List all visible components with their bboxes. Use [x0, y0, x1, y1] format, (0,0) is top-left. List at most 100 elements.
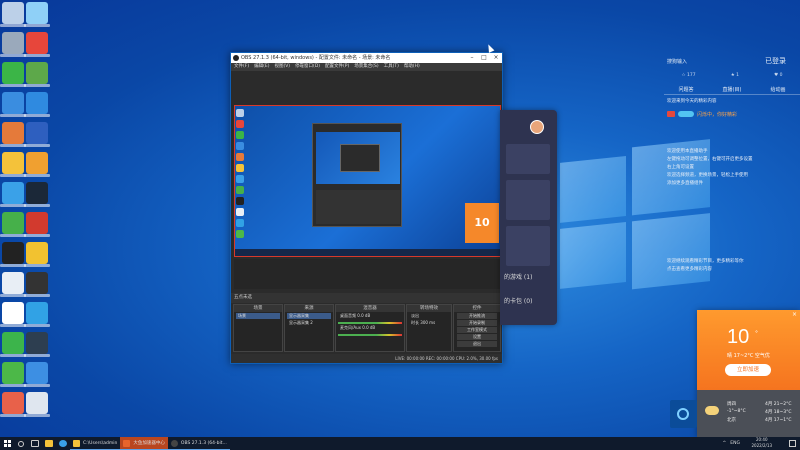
taskbar-app[interactable]: 大鱼加速器中心	[120, 437, 168, 450]
source-item[interactable]: 显示器采集	[287, 313, 331, 319]
chrome-icon[interactable]	[24, 32, 50, 57]
close-icon[interactable]: ×	[792, 311, 797, 318]
obs-menu-item[interactable]: 场景集合(S)	[354, 63, 378, 71]
file-explorer-icon[interactable]	[42, 437, 56, 450]
shield-blue-icon[interactable]	[0, 92, 26, 117]
weather-widget[interactable]: × 10 ° 晴 17~2°C 空气优 立即加速 周四 -1°~8°C 北京 4…	[697, 310, 800, 437]
assistant-bubble-icon[interactable]	[670, 400, 697, 428]
k-app-icon[interactable]	[24, 92, 50, 117]
puzzle-app-icon[interactable]	[0, 212, 26, 237]
transition-duration[interactable]: 时长 300 ms	[409, 320, 449, 326]
panel-tabs: 问题答 直播(目) 给动画	[664, 86, 800, 95]
my-cards-link[interactable]: 的卡包 (0)	[504, 296, 532, 305]
maximize-icon[interactable]: □	[478, 53, 490, 63]
panel-tab[interactable]: 直播(目)	[723, 86, 742, 93]
obs-title-bar[interactable]: OBS 27.1.3 (64-bit, windows) - 配置文件: 未命名…	[231, 53, 502, 63]
forecast-range: -1°~8°C	[727, 409, 746, 414]
scene-item[interactable]: 场景	[236, 313, 280, 319]
qq-icon[interactable]	[0, 242, 26, 267]
obs-menu-item[interactable]: 停靠窗口(D)	[295, 63, 320, 71]
panel-tab[interactable]: 问题答	[679, 86, 694, 93]
start-button[interactable]	[0, 437, 14, 450]
user-app-icon[interactable]	[24, 62, 50, 87]
store-icon[interactable]	[24, 362, 50, 387]
colorful-app-icon[interactable]	[0, 392, 26, 417]
edge-icon[interactable]	[56, 437, 70, 450]
tools-icon[interactable]	[0, 122, 26, 147]
sources-dock-title: 来源	[285, 305, 333, 312]
transition-select[interactable]: 淡出	[409, 313, 449, 319]
accelerate-button[interactable]: 立即加速	[725, 364, 771, 376]
obs-menu-item[interactable]: 帮助(H)	[404, 63, 420, 71]
sources-dock[interactable]: 来源 显示器采集 显示器采集 2	[284, 304, 334, 352]
login-status[interactable]: 已登录	[765, 56, 786, 66]
360-icon[interactable]	[0, 332, 26, 357]
taskbar-app[interactable]: C:\Users\admin	[70, 437, 121, 450]
exit-button[interactable]: 退出	[457, 341, 497, 347]
system-tray[interactable]: ^ ENG	[723, 437, 740, 450]
panel-intro: 欢迎来到今天的精彩内容	[667, 99, 717, 104]
clock[interactable]: 20:40 2022/2/13	[751, 437, 772, 450]
controls-dock[interactable]: 控件 开始推流 开始录制 工作室模式 设置 退出	[453, 304, 501, 352]
mixer-channel-label: 麦克风/Aux 0.0 dB	[340, 325, 376, 330]
start-recording-button[interactable]: 开始录制	[457, 320, 497, 326]
game-icon[interactable]	[24, 152, 50, 177]
temperature-unit: °	[755, 330, 758, 337]
document-icon[interactable]	[0, 272, 26, 297]
dark-side-app[interactable]: 的游戏 (1) 的卡包 (0)	[500, 110, 557, 325]
obs-app-icon	[233, 55, 239, 61]
minimize-icon[interactable]: –	[466, 53, 478, 63]
input-language[interactable]: ENG	[730, 441, 740, 446]
obs-window[interactable]: OBS 27.1.3 (64-bit, windows) - 配置文件: 未命名…	[230, 52, 503, 364]
forecast-row: 4月 17~1°C	[765, 418, 792, 423]
steam-icon[interactable]	[24, 182, 50, 207]
panel-paragraph: 欢迎使用本直播助手 左键拖动可调整位置，右键可开启更多设置 右上角可设置 欢迎选…	[667, 149, 753, 186]
recycle-bin-icon[interactable]	[0, 32, 26, 57]
folder-yellow-icon[interactable]	[0, 152, 26, 177]
notepad-icon[interactable]	[24, 392, 50, 417]
phone-app-icon[interactable]	[0, 302, 26, 327]
avatar[interactable]	[530, 120, 544, 134]
tray-chevron-icon[interactable]: ^	[723, 441, 727, 446]
scenes-dock[interactable]: 场景 场景	[233, 304, 283, 352]
obs-menu-item[interactable]: 文件(F)	[234, 63, 249, 71]
monitor-icon[interactable]	[24, 122, 50, 147]
network-icon[interactable]	[24, 2, 50, 27]
stat-item: ★ 1	[730, 73, 740, 78]
settings-button[interactable]: 设置	[457, 334, 497, 340]
chat-app-icon[interactable]	[0, 182, 26, 207]
taskbar-app[interactable]: OBS 27.1.3 (64-bit...	[167, 437, 230, 450]
studio-mode-button[interactable]: 工作室模式	[457, 327, 497, 333]
obs-docks-title: 五点未选	[231, 293, 502, 303]
obs-menu-item[interactable]: 编辑(E)	[254, 63, 269, 71]
task-view-icon[interactable]	[28, 437, 42, 450]
browser-icon[interactable]	[24, 302, 50, 327]
obs-preview-canvas[interactable]: 10	[234, 105, 501, 257]
obs-menu-item[interactable]: 视图(V)	[274, 63, 290, 71]
panel-stats: ☆ 177 ★ 1 ♥ 0	[664, 73, 800, 78]
netease-music-icon[interactable]	[24, 212, 50, 237]
panel-tab[interactable]: 给动画	[770, 86, 785, 93]
transitions-dock[interactable]: 转场特效 淡出 时长 300 ms	[406, 304, 452, 352]
audio-mixer-dock[interactable]: 混音器 桌面音频 0.0 dB 麦克风/Aux 0.0 dB	[335, 304, 405, 352]
start-streaming-button[interactable]: 开始推流	[457, 313, 497, 319]
progress-label: 闪烁中，你好精彩	[697, 111, 738, 118]
obs-menu-bar: 文件(F) 编辑(E) 视图(V) 停靠窗口(D) 配置文件(P) 场景集合(S) 工具(T…	[231, 63, 502, 71]
this-pc-icon[interactable]	[0, 2, 26, 27]
search-icon[interactable]	[14, 437, 28, 450]
notification-icon[interactable]	[789, 440, 796, 447]
obs-icon[interactable]	[24, 272, 50, 297]
obs-window-title: OBS 27.1.3 (64-bit, windows) - 配置文件: 未命名…	[241, 55, 391, 61]
settings-app-icon[interactable]	[24, 332, 50, 357]
weather-condition: 晴 17~2°C 空气优	[727, 353, 770, 359]
source-item[interactable]: 显示器采集 2	[287, 320, 331, 326]
obs-menu-item[interactable]: 配置文件(P)	[325, 63, 349, 71]
content-block	[506, 144, 550, 174]
desktop-icon-grid	[0, 0, 50, 430]
video-app-icon[interactable]	[24, 242, 50, 267]
close-icon[interactable]: ×	[490, 53, 502, 63]
speedup-icon[interactable]	[0, 362, 26, 387]
my-games-link[interactable]: 的游戏 (1)	[504, 272, 532, 281]
obs-menu-item[interactable]: 工具(T)	[384, 63, 399, 71]
security-shield-icon[interactable]	[0, 62, 26, 87]
